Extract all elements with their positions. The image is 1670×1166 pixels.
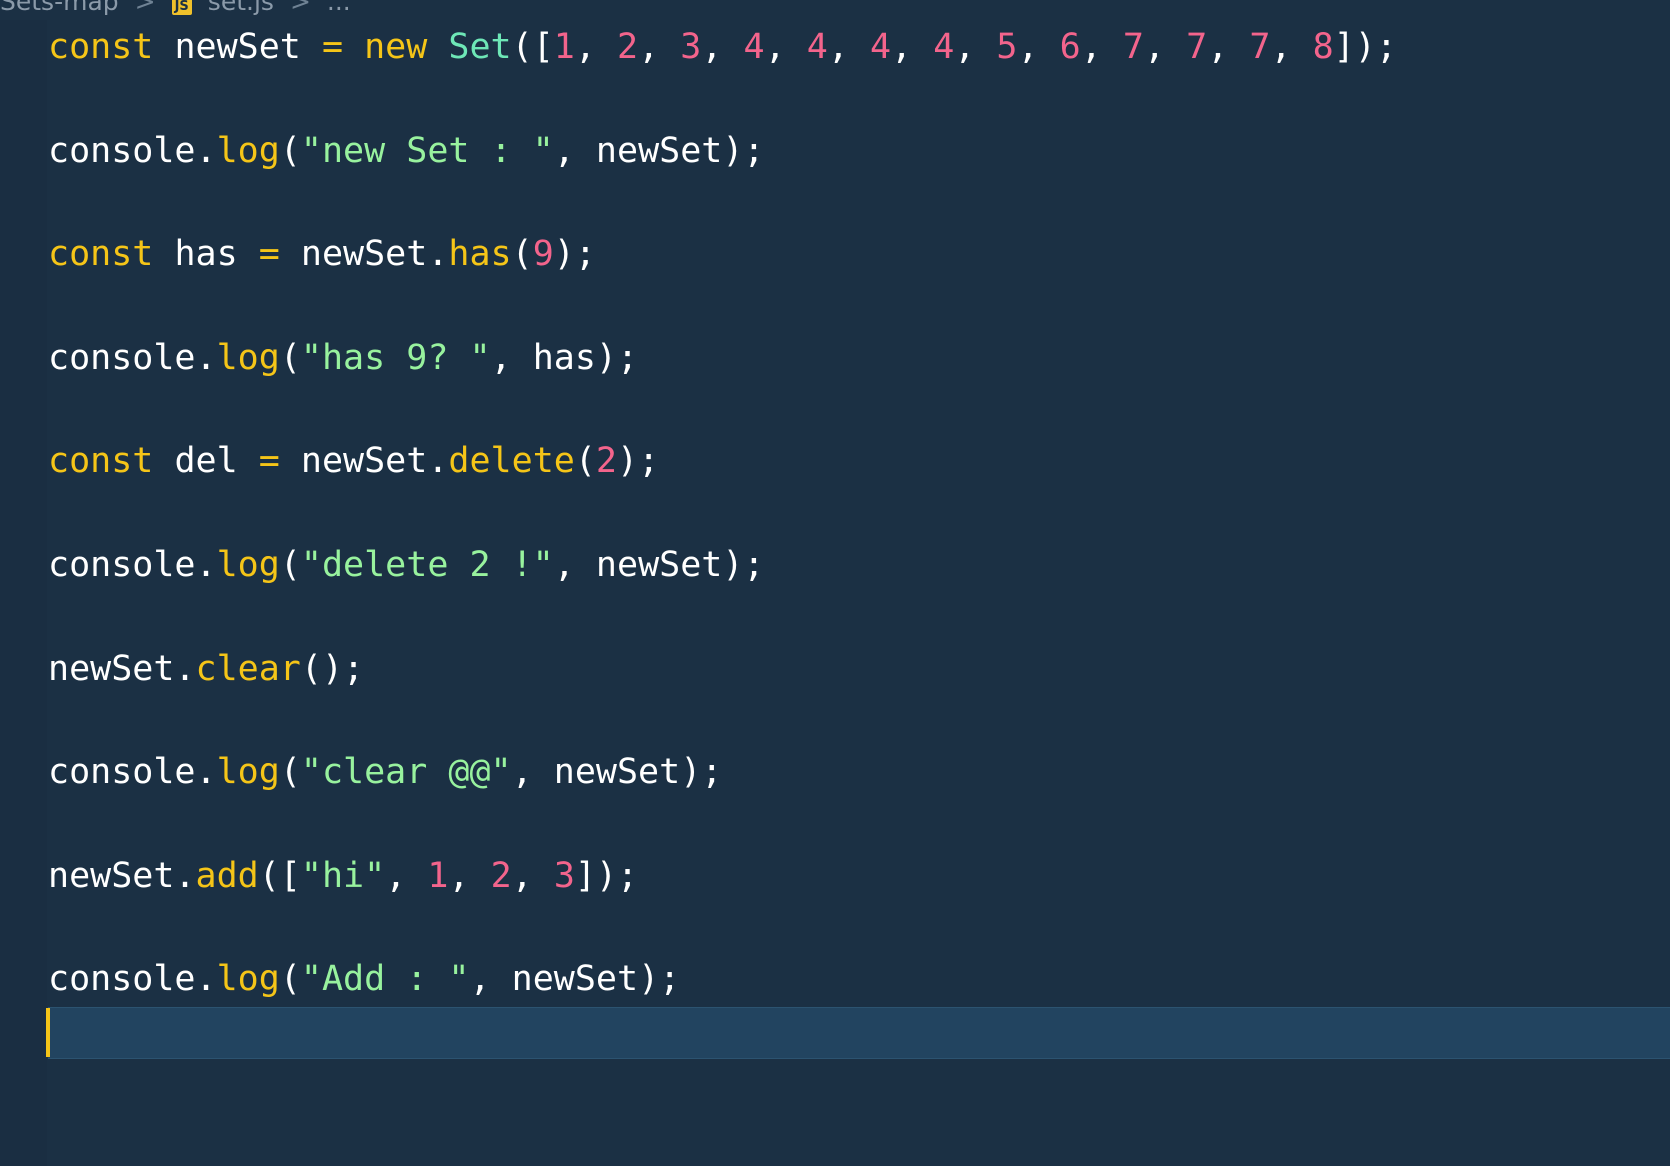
identifier-console: console: [48, 544, 196, 585]
code-area[interactable]: const newSet = new Set([1, 2, 3, 4, 4, 4…: [48, 22, 1670, 1058]
number-literal: 2: [617, 27, 639, 67]
number-literal: 4: [743, 27, 765, 67]
number-literal: 1: [427, 855, 449, 896]
number-literal: 3: [553, 855, 575, 896]
code-line-9[interactable]: newSet.add(["hi", 1, 2, 3]);: [48, 851, 1670, 955]
string-literal: "has 9? ": [300, 337, 491, 378]
method-log: log: [216, 752, 280, 793]
number-literal: 2: [595, 441, 617, 482]
identifier-has: has: [532, 337, 596, 378]
code-line-3[interactable]: const has = newSet.has(9);: [48, 229, 1670, 333]
keyword-new: new: [364, 27, 428, 67]
code-line-10[interactable]: console.log("Add : ", newSet);: [48, 954, 1670, 1058]
identifier-newset: newSet: [553, 752, 681, 793]
number-literal: 4: [933, 27, 955, 67]
identifier-newset: newSet: [174, 27, 301, 67]
operator-assign: =: [258, 441, 280, 482]
number-literal: 7: [1249, 27, 1271, 67]
number-literal: 7: [1122, 27, 1144, 67]
identifier-console: console: [48, 337, 196, 378]
breadcrumb-file[interactable]: set.js: [208, 0, 274, 16]
chevron-right-icon: >: [289, 0, 311, 16]
number-literal: 1: [553, 27, 575, 67]
identifier-newset: newSet: [511, 959, 639, 1000]
keyword-const: const: [48, 27, 154, 67]
code-line-5[interactable]: const del = newSet.delete(2);: [48, 436, 1670, 540]
code-line-2[interactable]: console.log("new Set : ", newSet);: [48, 126, 1670, 230]
editor-gutter[interactable]: [0, 20, 47, 1166]
string-literal: "delete 2 !": [300, 544, 554, 585]
code-line-6[interactable]: console.log("delete 2 !", newSet);: [48, 540, 1670, 644]
method-clear: clear: [195, 648, 301, 689]
method-has: has: [448, 234, 512, 275]
method-delete: delete: [448, 441, 575, 482]
method-log: log: [216, 130, 280, 171]
identifier-newset: newSet: [595, 130, 723, 171]
string-literal: "new Set : ": [300, 130, 554, 171]
identifier-del: del: [174, 441, 238, 482]
code-line-7[interactable]: newSet.clear();: [48, 644, 1670, 748]
identifier-newset: newSet: [300, 234, 428, 275]
number-literal: 5: [996, 27, 1018, 67]
operator-assign: =: [321, 27, 344, 67]
chevron-right-icon: >: [134, 0, 156, 16]
class-set: Set: [448, 27, 512, 67]
string-literal: "clear @@": [300, 752, 512, 793]
code-line-4[interactable]: console.log("has 9? ", has);: [48, 333, 1670, 437]
identifier-newset: newSet: [300, 441, 428, 482]
identifier-has: has: [174, 234, 238, 275]
method-log: log: [216, 337, 280, 378]
operator-assign: =: [258, 234, 280, 275]
method-log: log: [216, 959, 280, 1000]
breadcrumb-folder[interactable]: Sets-map: [0, 0, 119, 16]
string-literal: "Add : ": [300, 959, 470, 1000]
method-log: log: [216, 544, 280, 585]
number-literal: 6: [1059, 27, 1081, 67]
identifier-console: console: [48, 959, 196, 1000]
javascript-file-icon: JS: [171, 0, 192, 15]
keyword-const: const: [48, 234, 154, 275]
number-literal: 8: [1312, 27, 1334, 67]
identifier-newset: newSet: [48, 855, 175, 896]
identifier-console: console: [48, 752, 196, 793]
string-literal: "hi": [300, 855, 386, 896]
number-literal: 7: [1186, 27, 1208, 67]
code-line-1[interactable]: const newSet = new Set([1, 2, 3, 4, 4, 4…: [48, 22, 1670, 126]
breadcrumb: Sets-map > JS set.js > ...: [0, 0, 351, 16]
method-add: add: [195, 855, 259, 896]
identifier-newset: newSet: [48, 648, 175, 689]
keyword-const: const: [48, 441, 154, 482]
code-editor[interactable]: Sets-map > JS set.js > ... const newSet …: [0, 0, 1670, 1166]
identifier-newset: newSet: [595, 544, 723, 585]
breadcrumb-more[interactable]: ...: [327, 0, 351, 16]
code-line-8[interactable]: console.log("clear @@", newSet);: [48, 747, 1670, 851]
number-literal: 4: [869, 27, 892, 67]
number-literal: 9: [532, 234, 554, 275]
identifier-console: console: [48, 130, 196, 171]
number-literal: 2: [490, 855, 512, 896]
number-literal: 4: [806, 27, 828, 67]
number-literal: 3: [680, 27, 702, 67]
